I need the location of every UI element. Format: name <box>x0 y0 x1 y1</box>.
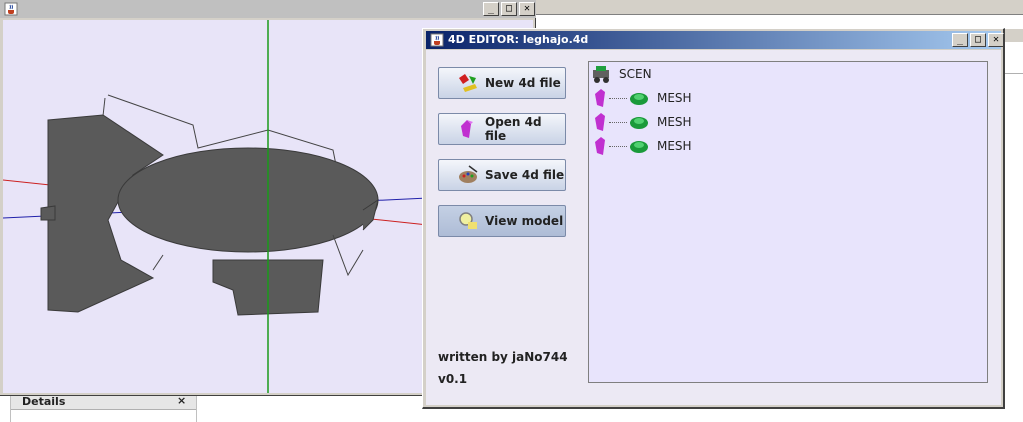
author-credit: written by jaNo744 <box>438 350 568 364</box>
new-file-label: New 4d file <box>485 76 561 90</box>
mesh-icon <box>630 117 648 129</box>
tree-node-mesh[interactable]: MESH <box>593 88 692 108</box>
details-title: Details <box>22 395 66 408</box>
view-model-button[interactable]: View model <box>438 205 566 237</box>
scene-icon <box>593 66 609 83</box>
editor-close-button[interactable]: ✕ <box>988 33 1004 47</box>
editor-window: 4D EDITOR: leghajo.4d _ □ ✕ New 4d file … <box>422 28 1005 409</box>
java-cup-icon <box>4 2 18 16</box>
open-file-button[interactable]: Open 4d file <box>438 113 566 145</box>
version-label: v0.1 <box>438 372 468 386</box>
save-file-label: Save 4d file <box>485 168 565 182</box>
editor-maximize-button[interactable]: □ <box>970 33 986 47</box>
view-model-label: View model <box>485 214 564 228</box>
palette-icon <box>459 165 478 183</box>
crystal-icon <box>595 113 605 131</box>
editor-minimize-button[interactable]: _ <box>952 33 968 47</box>
tree-child-label: MESH <box>657 139 692 153</box>
java-cup-icon <box>430 33 444 47</box>
tree-node-scen[interactable]: SCEN <box>591 64 652 84</box>
tree-connector <box>609 121 627 123</box>
tree-child-label: MESH <box>657 115 692 129</box>
tree-connector <box>609 97 627 99</box>
tree-node-mesh[interactable]: MESH <box>593 112 692 132</box>
viewer-minimize-button[interactable]: _ <box>483 2 499 16</box>
tree-connector <box>609 145 627 147</box>
tree-node-mesh[interactable]: MESH <box>593 136 692 156</box>
viewer-titlebar[interactable]: _ □ ✕ <box>0 0 536 18</box>
crystal-icon <box>595 89 605 107</box>
details-panel: Details × <box>10 394 197 422</box>
background-window-edge <box>1004 42 1023 422</box>
editor-titlebar[interactable]: 4D EDITOR: leghajo.4d _ □ ✕ <box>426 31 1004 49</box>
save-file-button[interactable]: Save 4d file <box>438 159 566 191</box>
viewer-close-button[interactable]: ✕ <box>519 2 535 16</box>
tree-root-label: SCEN <box>619 67 652 81</box>
editor-title: 4D EDITOR: leghajo.4d <box>448 33 589 46</box>
viewer-maximize-button[interactable]: □ <box>501 2 517 16</box>
shapes-icon <box>459 74 477 92</box>
scene-tree[interactable]: SCEN MESH MESH MESH <box>588 61 988 383</box>
airship-model <box>40 94 379 316</box>
details-close-button[interactable]: × <box>177 394 186 407</box>
tree-child-label: MESH <box>657 91 692 105</box>
crystal-icon <box>595 137 605 155</box>
new-file-button[interactable]: New 4d file <box>438 67 566 99</box>
mesh-icon <box>630 141 648 153</box>
mesh-icon <box>630 93 648 105</box>
lens-icon <box>459 212 477 229</box>
background-divider <box>1004 73 1023 74</box>
crystal-icon <box>461 120 473 138</box>
background-window-strip <box>536 0 1023 15</box>
editor-content: New 4d file Open 4d file Save 4d file Vi… <box>426 50 1001 405</box>
details-header: Details × <box>11 394 196 410</box>
open-file-label: Open 4d file <box>485 115 542 143</box>
